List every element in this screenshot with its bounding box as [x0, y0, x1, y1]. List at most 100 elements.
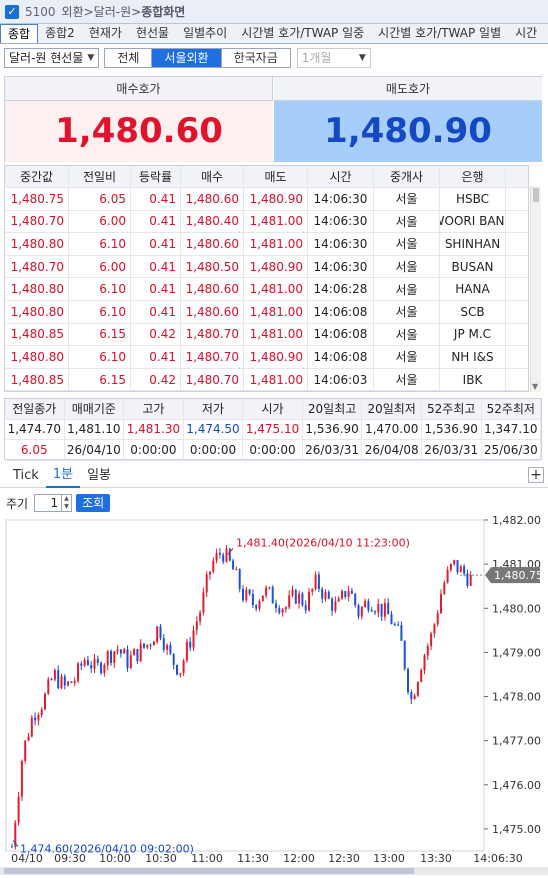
high-annotation: 1,481.40(2026/04/10 11:23:00): [236, 536, 410, 549]
candle-body: [199, 612, 202, 622]
candle-body: [34, 717, 37, 721]
candle-body: [133, 649, 136, 656]
chart-tab-1min[interactable]: 1분: [45, 464, 81, 488]
candle-body: [344, 591, 347, 597]
table-row[interactable]: 1,480.75 6.05 0.41 1,480.60 1,480.90 14:06:30…: [5, 188, 528, 211]
table-row[interactable]: 1,480.80 6.10 0.41 1,480.60 1,481.00 14:06:28…: [5, 278, 528, 301]
summary-cell: 20일최저: [362, 399, 422, 419]
query-button[interactable]: 조회: [76, 494, 111, 512]
candle-body: [440, 593, 442, 614]
tab-summary2[interactable]: 종합2: [38, 24, 82, 43]
candle-body: [278, 608, 281, 613]
candle-body: [446, 569, 449, 583]
tick-col-header[interactable]: 전일비: [69, 166, 131, 187]
tick-cell: 1,480.70: [181, 346, 244, 368]
x-tick-label: 11:00: [191, 852, 223, 865]
x-tick-label: 12:30: [328, 852, 360, 865]
candle-body: [298, 593, 301, 604]
tick-cell: 1,480.80: [5, 233, 69, 255]
tick-cell: 6.10: [69, 233, 131, 255]
table-row[interactable]: 1,480.80 6.10 0.41 1,480.60 1,481.00 14:06:08…: [5, 300, 528, 324]
segment-seoul-fx[interactable]: 서울외환: [152, 48, 221, 67]
tick-cell: 14:06:30: [308, 210, 374, 233]
tick-col-header[interactable]: 중개사: [374, 166, 440, 187]
candle-body: [232, 560, 235, 570]
table-row[interactable]: 1,480.80 6.10 0.41 1,480.70 1,480.90 14:06:08…: [5, 346, 528, 369]
tick-cell: 서울: [374, 188, 440, 210]
table-row[interactable]: 1,480.70 6.00 0.41 1,480.40 1,481.00 14:06:30…: [5, 210, 528, 234]
tick-cell: 1,481.00: [244, 368, 308, 391]
summary-cell: 26/03/31: [422, 440, 482, 460]
tick-cell: 6.15: [69, 323, 131, 346]
segment-korea-money[interactable]: 한국자금: [222, 49, 290, 67]
y-tick-label: 1,476.00: [492, 779, 541, 792]
tick-col-header[interactable]: 은행: [440, 166, 506, 187]
summary-cell: 1,470.00: [362, 419, 422, 439]
candle-body: [225, 548, 228, 562]
tick-cell: 14:06:30: [308, 188, 374, 210]
tab-daily-trend[interactable]: 일별추이: [176, 24, 234, 43]
summary-cell: 1,474.50: [184, 419, 244, 439]
tick-cell: 1,480.90: [244, 188, 308, 210]
table-row[interactable]: 1,480.85 6.15 0.42 1,480.70 1,481.00 14:06:03…: [5, 368, 528, 391]
title-bar: ✓ 5100 외환>달러-원>종합화면: [0, 0, 548, 24]
tick-cell: 1,480.60: [181, 278, 244, 300]
add-icon[interactable]: +: [528, 467, 544, 483]
segment-all[interactable]: 전체: [105, 49, 151, 67]
tab-time[interactable]: 시간: [508, 24, 544, 43]
candle-body: [248, 589, 251, 595]
tab-hourly-quote-intraday[interactable]: 시간별 호가/TWAP 일중: [234, 24, 371, 43]
tick-cell: 서울: [374, 233, 440, 255]
tab-hourly-quote-daily[interactable]: 시간별 호가/TWAP 일별: [371, 24, 508, 43]
y-tick-label: 1,482.00: [492, 514, 541, 527]
tab-spot-forward[interactable]: 현선물: [129, 24, 176, 43]
tick-cell: 6.15: [69, 368, 131, 391]
candle-body: [24, 740, 27, 761]
chart-tab-tick[interactable]: Tick: [6, 465, 46, 487]
candle-body: [258, 601, 261, 609]
candle-body: [393, 624, 396, 626]
candle-body: [159, 626, 162, 639]
tick-col-header[interactable]: 매도: [244, 166, 308, 187]
breadcrumb: 외환>달러-원>종합화면: [61, 5, 186, 19]
tab-summary[interactable]: 종합: [0, 24, 39, 43]
tab-current-price[interactable]: 현재가: [82, 24, 129, 43]
candle-body: [314, 574, 317, 589]
candle-body: [321, 589, 324, 599]
summary-cell: 저가: [184, 399, 244, 419]
candle-body: [192, 630, 195, 648]
candle-body: [110, 651, 112, 663]
candle-body: [341, 591, 343, 599]
candle-body: [218, 552, 221, 555]
tick-col-header[interactable]: 중간값: [5, 166, 69, 187]
period-input[interactable]: 1: [34, 494, 63, 512]
pair-select[interactable]: 달러-원 현선물 ▼: [4, 47, 100, 68]
candle-body: [288, 595, 291, 608]
candle-body: [129, 655, 132, 669]
table-row[interactable]: 1,480.80 6.10 0.41 1,480.60 1,481.00 14:06:30…: [5, 233, 528, 256]
chart-tab-daily[interactable]: 일봉: [80, 465, 118, 487]
tick-col-header[interactable]: 등락률: [131, 166, 181, 187]
period-select[interactable]: 1개월 ▼: [296, 47, 371, 68]
tick-scrollbar[interactable]: ▼: [530, 186, 541, 392]
period-control: 주기 1 ▲ ▼ 조회: [0, 492, 548, 514]
tick-col-header[interactable]: 매수: [181, 166, 244, 187]
chart-hscroll-thumb[interactable]: [4, 868, 414, 874]
candle-body: [44, 693, 46, 710]
candle-body: [50, 679, 53, 681]
candle-body: [463, 566, 466, 574]
scroll-down-icon[interactable]: ▼: [532, 382, 538, 391]
tick-col-header[interactable]: 시간: [308, 166, 374, 187]
table-row[interactable]: 1,480.85 6.15 0.42 1,480.70 1,481.00 14:06:08…: [5, 323, 528, 347]
candle-body: [20, 760, 23, 797]
price-chart[interactable]: 1,482.00 1,481.00 1,480.00 1,479.00 1,478.00…: [0, 514, 548, 875]
candle-body: [238, 569, 241, 589]
window-checkbox[interactable]: ✓: [5, 4, 19, 19]
tick-cell: 1,480.60: [181, 188, 244, 210]
table-row[interactable]: 1,480.70 6.00 0.41 1,480.50 1,480.90 14:06:30…: [5, 255, 528, 279]
period-spinner[interactable]: ▲ ▼: [62, 494, 73, 512]
candle-body: [27, 736, 30, 741]
summary-row: 1,474.70 1,481.10 1,481.30 1,474.50 1,475.10…: [5, 419, 542, 440]
candle-body: [443, 582, 446, 594]
tick-cell: BUSAN: [440, 255, 506, 278]
